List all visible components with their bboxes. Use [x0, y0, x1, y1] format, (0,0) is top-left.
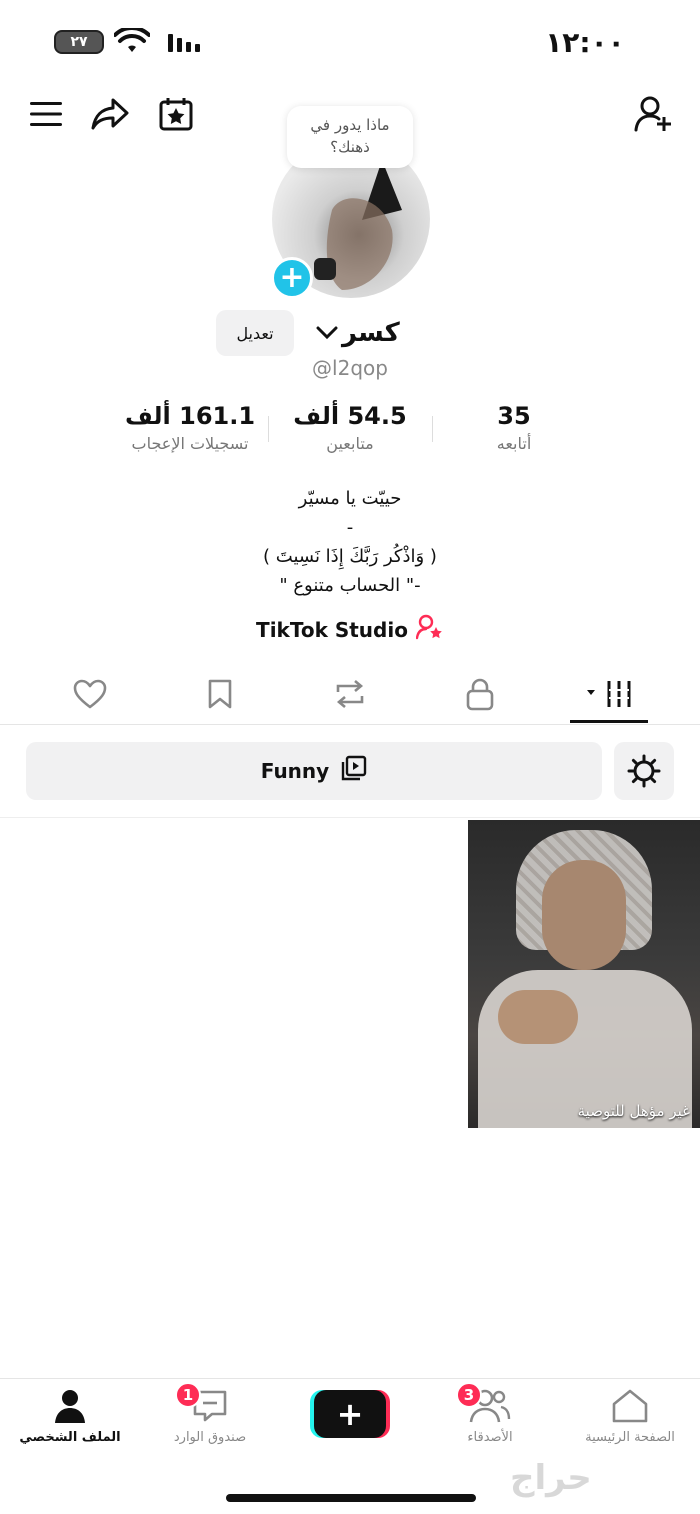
stat-followers-label: متابعين — [326, 434, 374, 453]
bio-line: ( وَاذْكُر رَبَّكَ إِذَا نَسِيتَ ) — [263, 546, 437, 567]
playlist-icon — [339, 755, 367, 788]
creator-star-icon — [415, 614, 444, 645]
wifi-icon — [113, 25, 151, 58]
stat-following[interactable]: 35 أتابعه — [434, 402, 594, 453]
add-friend-icon[interactable] — [630, 92, 678, 136]
bookmark-icon — [208, 679, 232, 709]
tab-favorites[interactable] — [180, 672, 260, 716]
nav-home[interactable]: الصفحة الرئيسية — [570, 1388, 690, 1458]
nav-friends-label: الأصدقاء — [467, 1430, 513, 1445]
bio-line: - — [346, 517, 354, 538]
active-tab-indicator — [570, 720, 648, 723]
edit-profile-button[interactable]: تعديل — [216, 310, 294, 356]
lock-icon — [466, 678, 494, 711]
repost-icon — [336, 680, 364, 708]
signal-icon — [168, 34, 200, 52]
tab-liked[interactable] — [50, 672, 130, 716]
status-time: ١٢:٠٠ — [545, 26, 625, 59]
profile-handle: @l2qop — [312, 356, 388, 380]
profile-name[interactable]: كسر — [316, 318, 400, 348]
bio-line: حييّت يا مسيّر — [298, 488, 402, 509]
video-grid-icon — [587, 681, 631, 707]
add-avatar-button[interactable]: + — [271, 257, 313, 299]
stat-following-value: 35 — [497, 402, 531, 430]
heart-icon — [73, 679, 107, 709]
tab-videos[interactable] — [570, 672, 650, 716]
nav-profile-label: الملف الشخصي — [19, 1430, 121, 1445]
profile-icon — [55, 1390, 85, 1423]
avatar-prompt-line1: ماذا يدور في — [310, 116, 390, 134]
menu-icon[interactable] — [24, 92, 68, 136]
battery-icon: ٢٧ — [54, 30, 104, 54]
stat-divider — [268, 416, 269, 442]
calendar-star-icon[interactable] — [154, 92, 198, 136]
watermark: حراج — [510, 1458, 592, 1498]
stat-likes-value: 161.1 ألف — [124, 402, 256, 430]
stat-divider — [432, 416, 433, 442]
thumbnail-image — [498, 990, 578, 1044]
profile-name-text: كسر — [342, 318, 400, 348]
create-button[interactable]: + — [314, 1390, 386, 1438]
nav-profile[interactable]: الملف الشخصي — [10, 1388, 130, 1458]
stat-likes-label: تسجيلات الإعجاب — [131, 434, 249, 453]
divider — [0, 724, 700, 725]
friends-badge: 3 — [456, 1382, 482, 1408]
share-icon[interactable] — [88, 92, 132, 136]
divider — [0, 1378, 700, 1379]
tab-private[interactable] — [440, 672, 520, 716]
stat-following-label: أتابعه — [496, 434, 532, 453]
nav-inbox-label: صندوق الوارد — [173, 1430, 247, 1445]
home-icon — [612, 1389, 648, 1423]
stat-followers-value: 54.5 ألف — [293, 402, 407, 430]
video-thumbnail[interactable]: غير مؤهل للتوصية — [468, 820, 700, 1128]
avatar-prompt-bubble[interactable]: ماذا يدور في ذهنك؟ — [287, 106, 413, 168]
chevron-down-icon — [316, 318, 338, 348]
home-indicator[interactable] — [226, 1494, 476, 1502]
thumbnail-image — [542, 860, 626, 970]
profile-bio: حييّت يا مسيّر - ( وَاذْكُر رَبَّكَ إِذَ… — [150, 484, 550, 600]
inbox-badge: 1 — [175, 1382, 201, 1408]
gear-icon — [627, 754, 661, 788]
avatar-prompt-line2: ذهنك؟ — [330, 138, 370, 156]
video-caption: غير مؤهل للتوصية — [577, 1102, 690, 1120]
stat-likes[interactable]: 161.1 ألف تسجيلات الإعجاب — [110, 402, 270, 453]
nav-inbox[interactable]: صندوق الوارد — [150, 1388, 270, 1458]
playlist-label: Funny — [260, 759, 330, 783]
tiktok-studio-label: TikTok Studio — [256, 617, 408, 642]
nav-friends[interactable]: الأصدقاء — [430, 1388, 550, 1458]
bio-line: -" الحساب متنوع " — [279, 575, 421, 596]
settings-button[interactable] — [614, 742, 674, 800]
divider — [0, 817, 700, 818]
stat-followers[interactable]: 54.5 ألف متابعين — [270, 402, 430, 453]
playlist-button[interactable]: Funny — [26, 742, 602, 800]
tab-reposts[interactable] — [310, 672, 390, 716]
tiktok-studio-link[interactable]: TikTok Studio — [220, 614, 480, 645]
nav-home-label: الصفحة الرئيسية — [585, 1430, 675, 1445]
